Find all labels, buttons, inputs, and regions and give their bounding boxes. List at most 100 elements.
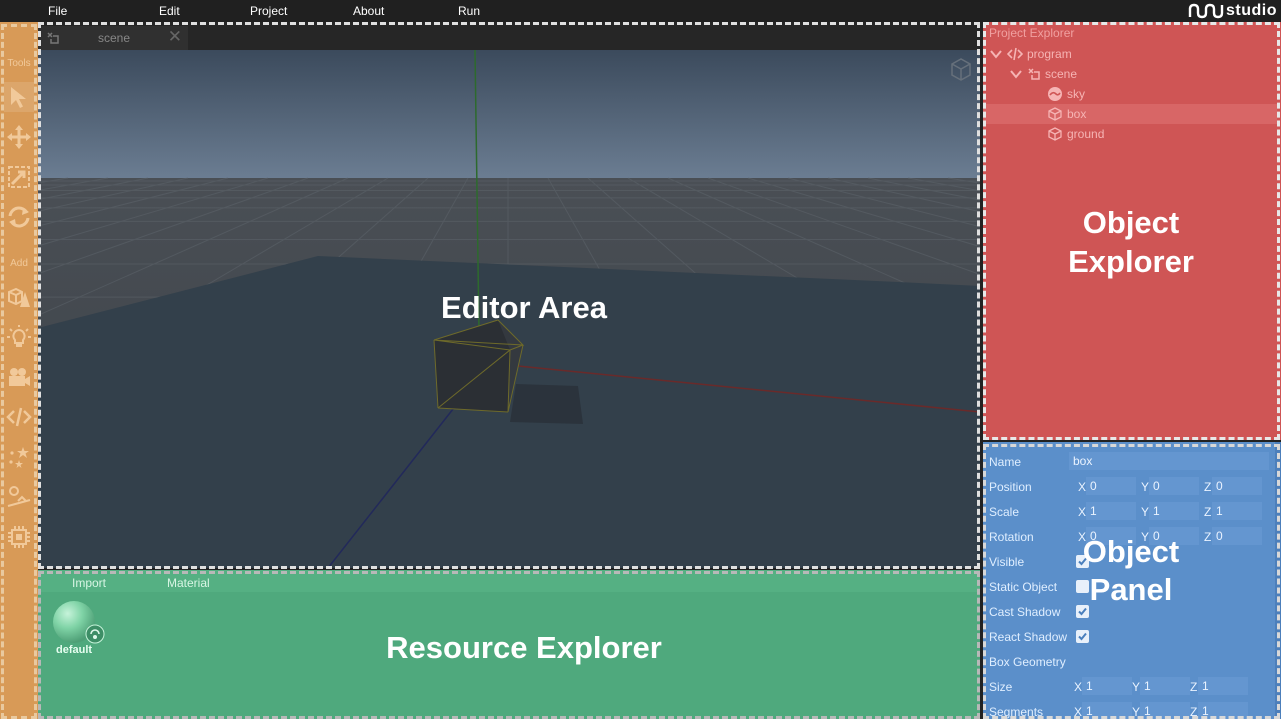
tree-item-scene[interactable]: scene [983,64,1277,84]
editor-tab-bar: scene ✕ [38,22,980,50]
3d-viewport[interactable] [38,50,980,568]
static-object-label: Static Object [989,580,1058,594]
toolbar: Tools Add [0,22,38,719]
tree-item-ground[interactable]: ground [983,124,1277,144]
tree-item-label: box [1067,107,1087,121]
static-object-checkbox[interactable] [1076,580,1089,593]
static-object-row: Static Object [983,574,1281,599]
move-icon[interactable] [4,122,34,152]
close-icon[interactable]: ✕ [168,28,182,46]
app-logo: studio [1188,1,1277,21]
add-camera-icon[interactable] [4,362,34,392]
scale-label: Scale [989,505,1020,519]
segments-y-field[interactable] [1140,702,1190,719]
view-cube-icon[interactable] [948,56,974,82]
tree-item-program[interactable]: program [983,44,1277,64]
position-label: Position [989,480,1032,494]
add-physics-icon[interactable] [4,482,34,512]
scene-icon [47,32,59,44]
axis-z-label: Z [1190,680,1198,694]
material-sphere-icon [53,601,105,644]
react-shadow-label: React Shadow [989,630,1068,644]
scale-y-field[interactable] [1149,502,1199,520]
axis-z-label: Z [1204,530,1212,544]
material-item[interactable]: default [52,600,122,660]
panel-scrollbar[interactable] [1275,442,1281,719]
tab-material[interactable]: Material [167,576,210,590]
position-y-field[interactable] [1149,477,1199,495]
visible-label: Visible [989,555,1025,569]
object-explorer: Project Explorer program scene sky box g… [983,22,1281,440]
size-x-field[interactable] [1082,677,1132,695]
logo-text: studio [1226,2,1277,19]
menu-edit[interactable]: Edit [159,4,180,18]
scale-z-field[interactable] [1212,502,1262,520]
tree-item-sky[interactable]: sky [983,84,1277,104]
material-label: default [56,644,93,656]
axis-x-label: X [1074,705,1083,719]
add-chip-icon[interactable] [4,522,34,552]
cast-shadow-label: Cast Shadow [989,605,1061,619]
segments-z-field[interactable] [1198,702,1248,719]
code-icon [1007,47,1023,61]
select-arrow-icon[interactable] [4,82,34,112]
cube-icon [1048,127,1062,141]
rotation-label: Rotation [989,530,1034,544]
rotation-z-field[interactable] [1212,527,1262,545]
size-y-field[interactable] [1140,677,1190,695]
add-particles-icon[interactable] [4,442,34,472]
axis-z-label: Z [1190,705,1198,719]
axis-y-label: Y [1132,680,1141,694]
object-panel: Name Position X Y Z Scale X Y Z Rotation… [983,442,1281,719]
position-z-field[interactable] [1212,477,1262,495]
rotation-y-field[interactable] [1149,527,1199,545]
menu-about[interactable]: About [353,4,384,18]
size-z-field[interactable] [1198,677,1248,695]
name-field[interactable] [1069,452,1269,470]
tab-scene-label: scene [98,31,131,45]
add-primitive-icon[interactable] [4,282,34,312]
add-light-icon[interactable] [4,322,34,352]
tab-import[interactable]: Import [72,576,106,590]
name-label: Name [989,455,1022,469]
rotation-row: Rotation X Y Z [983,524,1281,549]
tree-item-box[interactable]: box [983,104,1277,124]
visible-checkbox[interactable] [1076,555,1089,568]
geometry-header: Box Geometry [989,655,1066,669]
add-section-label: Add [10,258,28,269]
add-script-icon[interactable] [4,402,34,432]
sky-background [38,50,980,178]
resource-tabs: Import Material [38,570,980,592]
axis-y-label: Y [1141,530,1150,544]
tree-item-label: scene [1045,67,1078,81]
menu-file[interactable]: File [48,4,67,18]
size-label: Size [989,680,1013,694]
segments-x-field[interactable] [1082,702,1132,719]
scale-row: Scale X Y Z [983,499,1281,524]
axis-z-label: Z [1204,480,1212,494]
cast-shadow-checkbox[interactable] [1076,605,1089,618]
scale-x-field[interactable] [1086,502,1136,520]
chevron-down-icon[interactable] [1009,67,1023,81]
tree-item-label: program [1027,47,1072,61]
resource-explorer: Import Material default [38,570,980,719]
axis-y-label: Y [1141,505,1150,519]
menu-project[interactable]: Project [250,4,287,18]
axis-y-label: Y [1141,480,1150,494]
react-shadow-checkbox[interactable] [1076,630,1089,643]
position-x-field[interactable] [1086,477,1136,495]
explorer-title: Project Explorer [989,26,1075,40]
axis-x-label: X [1078,480,1087,494]
rotate-icon[interactable] [4,202,34,232]
geometry-header-row: Box Geometry [983,649,1281,674]
chevron-down-icon[interactable] [989,47,1003,61]
resize-icon[interactable] [4,162,34,192]
sky-icon [1048,87,1062,101]
menu-run[interactable]: Run [458,4,480,18]
axis-x-label: X [1074,680,1083,694]
scene-icon [1028,68,1040,80]
tab-scene[interactable]: scene ✕ [38,26,188,50]
rotation-x-field[interactable] [1086,527,1136,545]
tree-item-label: ground [1067,127,1105,141]
position-row: Position X Y Z [983,474,1281,499]
